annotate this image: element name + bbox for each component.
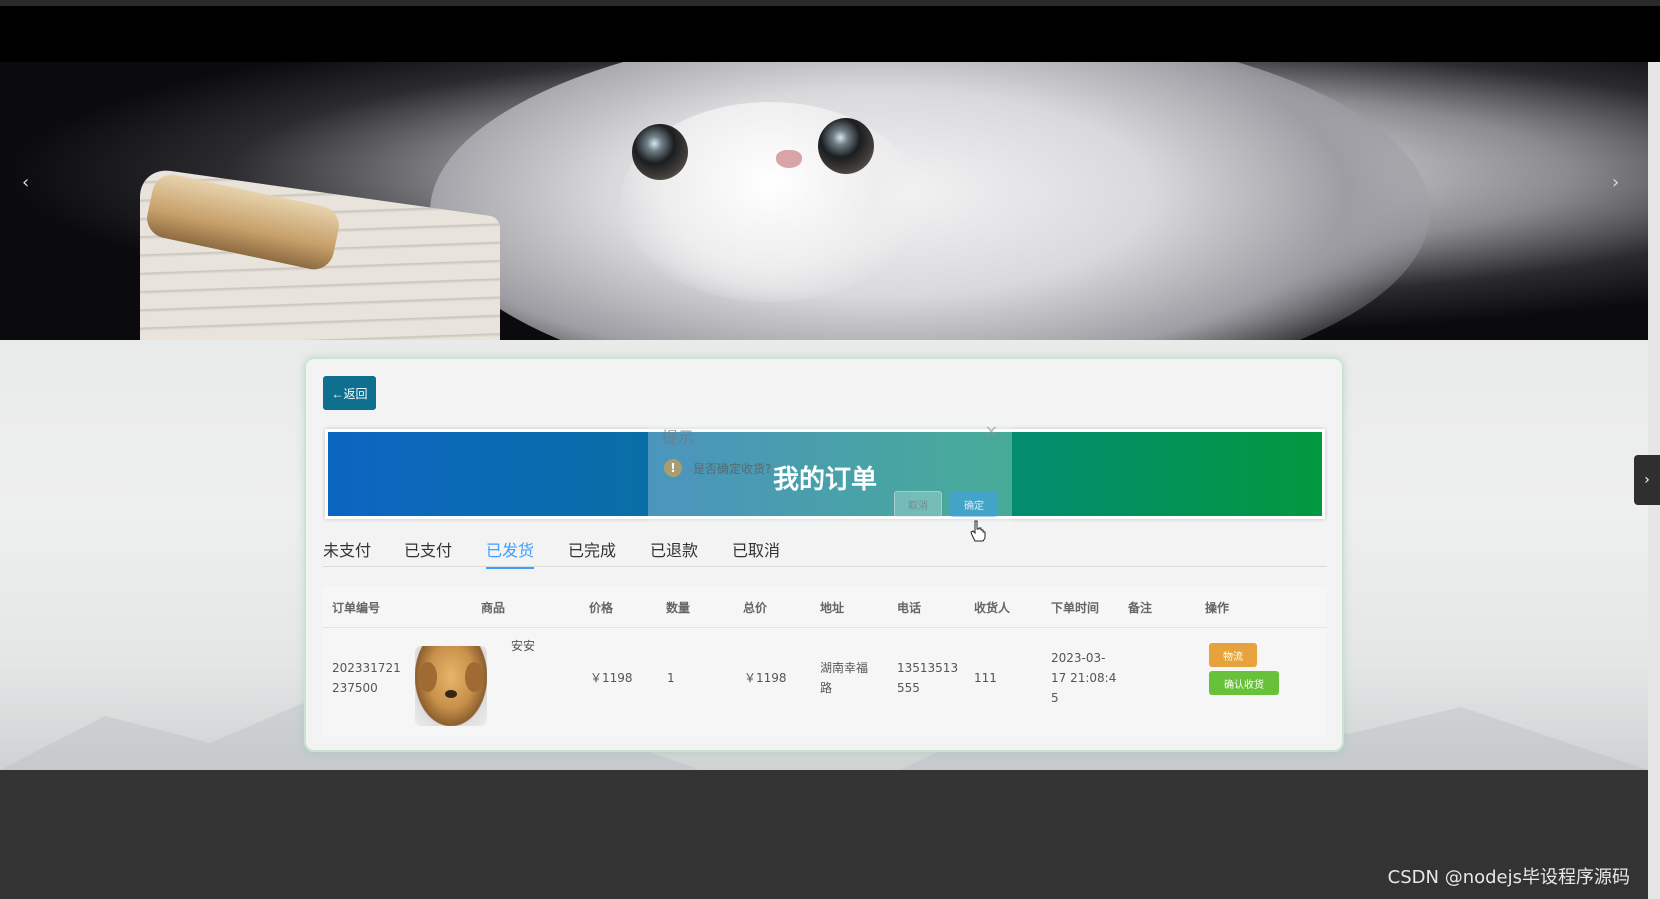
column-header: 电话 <box>897 601 922 615</box>
logistics-button[interactable]: 物流 <box>1209 643 1257 667</box>
column-header: 操作 <box>1205 601 1230 615</box>
image-carousel[interactable]: ‹ › <box>0 62 1648 340</box>
dog-ear <box>419 662 437 692</box>
confirm-receipt-button[interactable]: 确认收货 <box>1209 671 1279 695</box>
column-header: 订单编号 <box>332 601 381 615</box>
ok-button[interactable]: 确定 <box>950 491 998 517</box>
top-bar <box>0 0 1660 6</box>
carousel-prev-icon[interactable]: ‹ <box>22 172 29 193</box>
column-header: 备注 <box>1128 601 1153 615</box>
page: ‹ › ←返回 我的订单 未支付 已支付 已发货 已完成 已退款 已取消 订单编… <box>0 0 1660 899</box>
column-header: 收货人 <box>974 601 1011 615</box>
phone: 13513513 555 <box>897 661 959 695</box>
column-header: 价格 <box>589 601 614 615</box>
tab-shipped[interactable]: 已发货 <box>486 537 535 569</box>
tab-paid[interactable]: 已支付 <box>404 537 452 567</box>
price: ￥1198 <box>590 671 633 685</box>
tab-cancelled[interactable]: 已取消 <box>732 537 780 567</box>
back-button[interactable]: ←返回 <box>323 376 376 410</box>
footer: CSDN @nodejs毕设程序源码 <box>0 770 1648 899</box>
cat-eye-right <box>818 118 874 174</box>
watermark: CSDN @nodejs毕设程序源码 <box>1387 867 1630 888</box>
order-status-tabs: 未支付 已支付 已发货 已完成 已退款 已取消 <box>323 537 1327 569</box>
column-header: 数量 <box>666 601 691 615</box>
column-header: 商品 <box>481 601 506 615</box>
close-icon[interactable]: × <box>985 421 998 440</box>
receiver: 111 <box>974 671 997 685</box>
quantity: 1 <box>667 671 675 685</box>
dog-nose <box>445 690 457 698</box>
product-image[interactable] <box>415 646 487 726</box>
tab-refunded[interactable]: 已退款 <box>650 537 698 567</box>
column-header: 地址 <box>820 601 845 615</box>
total-price: ￥1198 <box>744 671 787 685</box>
warning-icon: ! <box>664 459 682 477</box>
column-header: 下单时间 <box>1051 601 1100 615</box>
dialog-title: 提示 <box>662 428 695 447</box>
carousel-image-cat <box>430 62 1430 340</box>
carousel-next-icon[interactable]: › <box>1612 172 1619 193</box>
address: 湖南幸福 路 <box>820 661 869 695</box>
order-number: 202331721 237500 <box>332 661 401 695</box>
product-name: 安安 <box>511 639 536 653</box>
cancel-button[interactable]: 取消 <box>894 491 942 517</box>
cat-eye-left <box>632 124 688 180</box>
dialog-message: 是否确定收货? <box>693 462 772 476</box>
chevron-right-icon: › <box>1644 472 1650 488</box>
orders-table: 订单编号 商品 价格 数量 总价 地址 电话 收货人 下单时间 备注 操作 20… <box>323 586 1327 736</box>
cat-nose <box>776 150 802 168</box>
dog-ear <box>465 662 483 692</box>
column-header: 总价 <box>743 601 768 615</box>
tab-unpaid[interactable]: 未支付 <box>323 537 371 567</box>
tab-completed[interactable]: 已完成 <box>568 537 616 567</box>
order-time: 2023-03- 17 21:08:4 5 <box>1051 651 1117 705</box>
table-header: 订单编号 商品 价格 数量 总价 地址 电话 收货人 下单时间 备注 操作 <box>323 586 1327 628</box>
hand-cursor-icon <box>970 520 986 542</box>
confirm-dialog: 提示 × ! 是否确定收货? 取消 确定 <box>648 411 1012 529</box>
side-panel-toggle[interactable]: › <box>1634 455 1660 505</box>
